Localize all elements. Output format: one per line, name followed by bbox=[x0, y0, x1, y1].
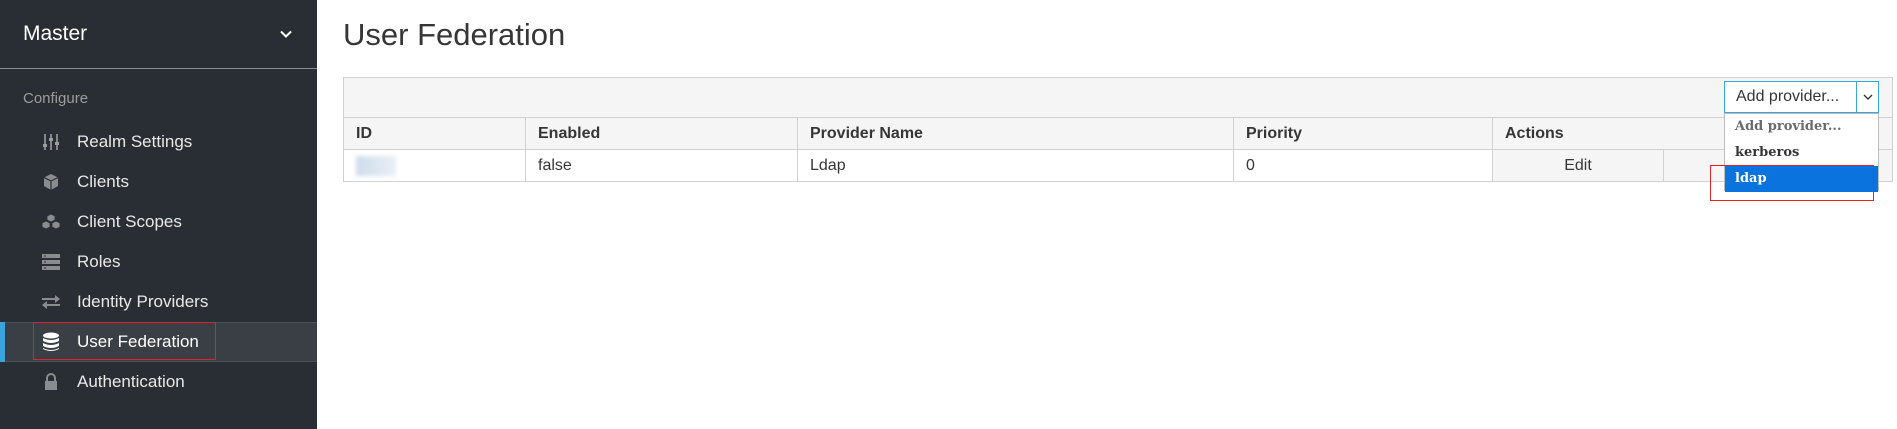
cell-id[interactable] bbox=[343, 149, 526, 182]
sliders-icon bbox=[41, 132, 61, 152]
exchange-icon bbox=[41, 292, 61, 312]
sidebar-item-realm-settings[interactable]: Realm Settings bbox=[0, 122, 317, 162]
sidebar-item-label: Realm Settings bbox=[77, 132, 193, 151]
column-header-id: ID bbox=[343, 117, 526, 150]
table-header-row: ID Enabled Provider Name Priority Action… bbox=[343, 117, 1893, 150]
column-header-enabled: Enabled bbox=[525, 117, 798, 150]
sidebar-item-label: Authentication bbox=[77, 372, 185, 391]
sidebar-item-authentication[interactable]: Authentication bbox=[0, 362, 317, 402]
list-icon bbox=[41, 252, 61, 272]
chevron-down-icon bbox=[1863, 94, 1872, 100]
edit-button[interactable]: Edit bbox=[1492, 149, 1664, 182]
sidebar-item-clients[interactable]: Clients bbox=[0, 162, 317, 202]
realm-selector[interactable]: Master bbox=[0, 0, 317, 69]
option-ldap[interactable]: ldap bbox=[1725, 166, 1878, 192]
column-header-priority: Priority bbox=[1233, 117, 1493, 150]
database-icon bbox=[41, 332, 61, 352]
cube-icon bbox=[41, 172, 61, 192]
sidebar-item-label: Client Scopes bbox=[77, 212, 182, 231]
page-title: User Federation bbox=[343, 17, 566, 52]
providers-table: ID Enabled Provider Name Priority Action… bbox=[343, 117, 1893, 182]
main-content: User Federation ID Enabled Provider Name… bbox=[317, 0, 1897, 429]
option-kerberos[interactable]: kerberos bbox=[1725, 140, 1878, 166]
cell-enabled: false bbox=[525, 149, 798, 182]
sidebar-item-user-federation[interactable]: User Federation bbox=[0, 322, 317, 362]
redacted-id bbox=[356, 155, 396, 176]
table-row: false Ldap 0 Edit bbox=[343, 149, 1893, 182]
sidebar-item-client-scopes[interactable]: Client Scopes bbox=[0, 202, 317, 242]
option-add-provider[interactable]: Add provider... bbox=[1725, 114, 1878, 140]
add-provider-select-value: Add provider... bbox=[1736, 88, 1840, 105]
provider-dropdown-list: Add provider... kerberos ldap bbox=[1724, 113, 1879, 192]
select-toggle-button[interactable] bbox=[1856, 82, 1878, 112]
add-provider-select[interactable]: Add provider... bbox=[1724, 81, 1879, 113]
sidebar: Master Configure Realm Settings Clients … bbox=[0, 0, 317, 429]
sidebar-item-label: Roles bbox=[77, 252, 121, 271]
column-header-provider-name: Provider Name bbox=[797, 117, 1234, 150]
sidebar-item-label: Identity Providers bbox=[77, 292, 209, 311]
sidebar-item-roles[interactable]: Roles bbox=[0, 242, 317, 282]
sidebar-item-identity-providers[interactable]: Identity Providers bbox=[0, 282, 317, 322]
sidebar-item-label: User Federation bbox=[77, 332, 199, 351]
sidebar-nav: Realm Settings Clients Client Scopes Rol… bbox=[0, 122, 317, 402]
sidebar-item-label: Clients bbox=[77, 172, 129, 191]
section-label-configure: Configure bbox=[23, 90, 89, 107]
cubes-icon bbox=[41, 212, 61, 232]
lock-icon bbox=[41, 372, 61, 392]
cell-priority: 0 bbox=[1233, 149, 1493, 182]
table-toolbar bbox=[343, 77, 1893, 118]
chevron-down-icon bbox=[280, 30, 292, 38]
realm-name: Master bbox=[23, 22, 88, 45]
cell-provider-name: Ldap bbox=[797, 149, 1234, 182]
